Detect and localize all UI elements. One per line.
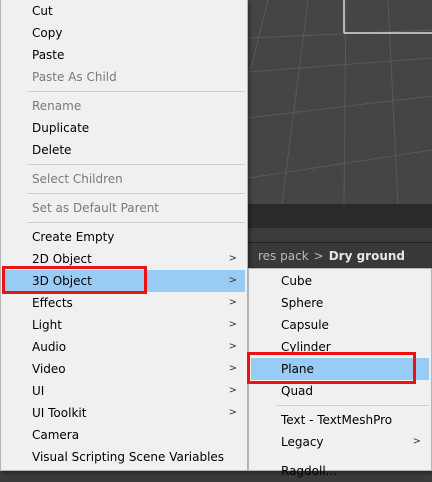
menu-item-label: Cylinder — [281, 340, 331, 354]
menu-item-label: Paste As Child — [32, 70, 117, 84]
menu-item-ui-toolkit[interactable]: UI Toolkit > — [3, 402, 245, 424]
menu-item-label: 3D Object — [32, 274, 92, 288]
menu-item-effects[interactable]: Effects > — [3, 292, 245, 314]
menu-item-label: Capsule — [281, 318, 329, 332]
submenu-item-legacy[interactable]: Legacy > — [251, 431, 429, 453]
menu-item-label: Copy — [32, 26, 63, 40]
breadcrumb-current[interactable]: Dry ground — [329, 249, 405, 263]
menu-item-label: Ragdoll... — [281, 464, 338, 478]
menu-item-label: Paste — [32, 48, 65, 62]
menu-item-label: Cut — [32, 4, 53, 18]
submenu-item-text-textmeshpro[interactable]: Text - TextMeshPro — [251, 409, 429, 431]
3d-object-submenu: Cube Sphere Capsule Cylinder Plane Quad … — [248, 268, 432, 478]
menu-item-video[interactable]: Video > — [3, 358, 245, 380]
menu-separator — [27, 164, 245, 165]
menu-item-label: Delete — [32, 143, 72, 157]
menu-item-label: UI — [32, 384, 45, 398]
menu-item-cut[interactable]: Cut — [3, 0, 245, 22]
breadcrumb-separator: > — [313, 249, 324, 263]
menu-item-3d-object[interactable]: 3D Object > — [3, 270, 245, 292]
menu-item-copy[interactable]: Copy — [3, 22, 245, 44]
menu-item-2d-object[interactable]: 2D Object > — [3, 248, 245, 270]
menu-item-label: Select Children — [32, 172, 123, 186]
menu-item-label: Effects — [32, 296, 73, 310]
menu-item-label: Camera — [32, 428, 80, 442]
menu-item-duplicate[interactable]: Duplicate — [3, 117, 245, 139]
chevron-right-icon: > — [228, 363, 237, 374]
menu-item-label: Audio — [32, 340, 67, 354]
menu-item-label: Light — [32, 318, 62, 332]
menu-item-ui[interactable]: UI > — [3, 380, 245, 402]
menu-item-label: Set as Default Parent — [32, 201, 160, 215]
scene-bottom-bar — [248, 204, 432, 228]
chevron-right-icon: > — [228, 297, 237, 308]
menu-item-select-children: Select Children — [3, 168, 245, 190]
menu-item-label: Video — [32, 362, 66, 376]
menu-item-label: Legacy — [281, 435, 324, 449]
submenu-item-cube[interactable]: Cube — [251, 270, 429, 292]
menu-item-paste-as-child: Paste As Child — [3, 66, 245, 88]
chevron-right-icon: > — [228, 407, 237, 418]
submenu-item-quad[interactable]: Quad — [251, 380, 429, 402]
menu-item-delete[interactable]: Delete — [3, 139, 245, 161]
menu-item-audio[interactable]: Audio > — [3, 336, 245, 358]
menu-separator — [27, 91, 245, 92]
menu-item-set-default-parent: Set as Default Parent — [3, 197, 245, 219]
chevron-right-icon: > — [228, 341, 237, 352]
menu-separator — [27, 222, 245, 223]
panel-divider — [248, 228, 432, 242]
menu-item-visual-scripting-scene-variables[interactable]: Visual Scripting Scene Variables — [3, 446, 245, 468]
menu-item-create-empty[interactable]: Create Empty — [3, 226, 245, 248]
menu-item-label: UI Toolkit — [32, 406, 87, 420]
menu-item-label: Sphere — [281, 296, 324, 310]
menu-item-label: Cube — [281, 274, 312, 288]
hierarchy-context-menu: Cut Copy Paste Paste As Child Rename Dup… — [0, 0, 248, 471]
chevron-right-icon: > — [228, 275, 237, 286]
submenu-item-cylinder[interactable]: Cylinder — [251, 336, 429, 358]
submenu-item-ragdoll[interactable]: Ragdoll... — [251, 460, 429, 482]
menu-item-label: Rename — [32, 99, 82, 113]
chevron-right-icon: > — [228, 253, 237, 264]
menu-item-light[interactable]: Light > — [3, 314, 245, 336]
submenu-item-capsule[interactable]: Capsule — [251, 314, 429, 336]
chevron-right-icon: > — [228, 319, 237, 330]
menu-item-paste[interactable]: Paste — [3, 44, 245, 66]
menu-item-label: Duplicate — [32, 121, 90, 135]
chevron-right-icon: > — [412, 436, 421, 447]
chevron-right-icon: > — [228, 385, 237, 396]
submenu-item-plane[interactable]: Plane — [251, 358, 429, 380]
menu-item-rename: Rename — [3, 95, 245, 117]
menu-separator — [276, 405, 429, 406]
submenu-item-sphere[interactable]: Sphere — [251, 292, 429, 314]
scene-view[interactable] — [248, 0, 432, 204]
menu-item-label: Plane — [281, 362, 314, 376]
scene-grid — [248, 0, 432, 204]
menu-item-label: Visual Scripting Scene Variables — [32, 450, 225, 464]
menu-item-camera[interactable]: Camera — [3, 424, 245, 446]
breadcrumb-previous[interactable]: res pack — [258, 249, 309, 263]
menu-item-label: Create Empty — [32, 230, 115, 244]
menu-item-label: Text - TextMeshPro — [281, 413, 393, 427]
breadcrumb: res pack > Dry ground — [248, 242, 432, 269]
menu-separator — [27, 193, 245, 194]
menu-item-label: 2D Object — [32, 252, 92, 266]
menu-item-label: Quad — [281, 384, 314, 398]
